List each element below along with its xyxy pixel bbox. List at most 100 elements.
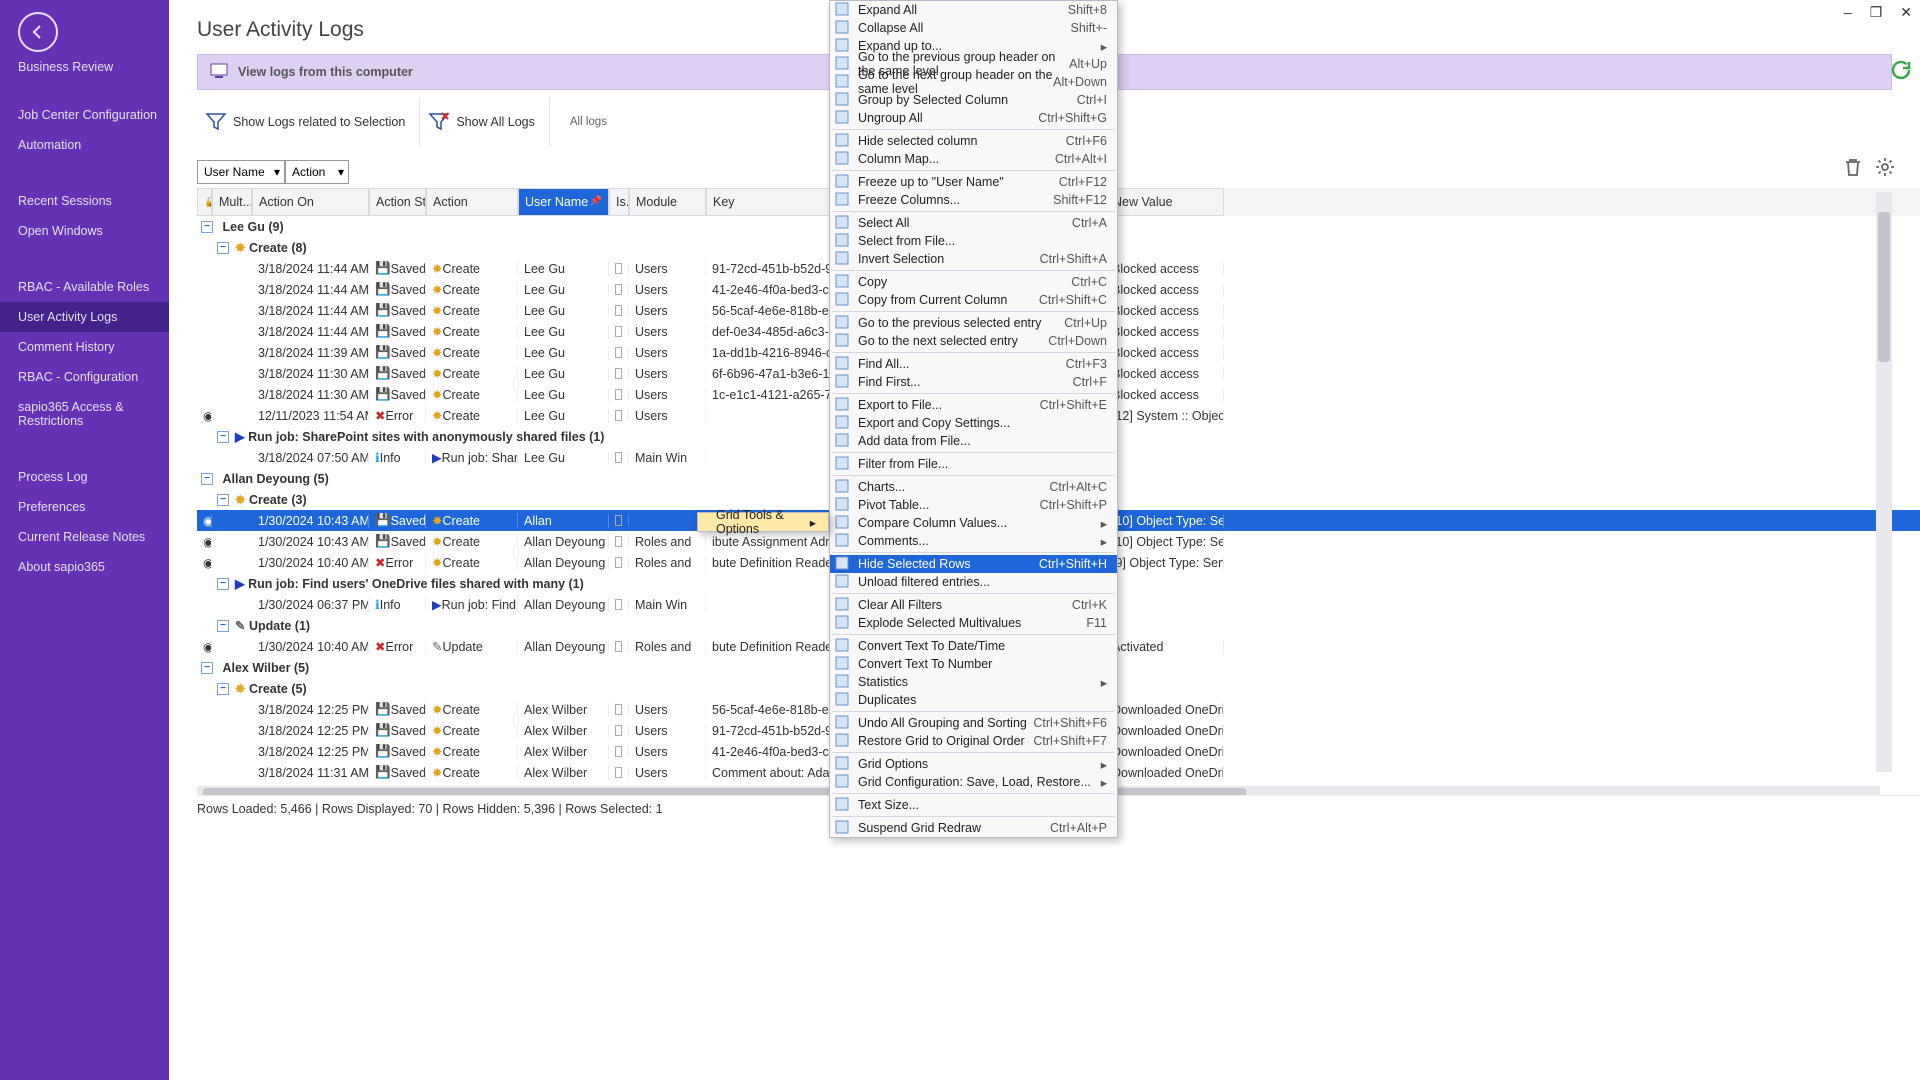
- menu-item[interactable]: Statistics▸: [830, 673, 1117, 691]
- menu-item[interactable]: Export to File...Ctrl+Shift+E: [830, 396, 1117, 414]
- vertical-scrollbar[interactable]: [1876, 192, 1892, 772]
- menu-item[interactable]: CopyCtrl+C: [830, 273, 1117, 291]
- is-cell: [609, 326, 629, 337]
- menu-item[interactable]: Suspend Grid RedrawCtrl+Alt+P: [830, 819, 1117, 837]
- menu-item[interactable]: Freeze Columns...Shift+F12: [830, 191, 1117, 209]
- minimize-button[interactable]: –: [1844, 4, 1852, 21]
- show-all-logs-button[interactable]: Show All Logs: [420, 98, 550, 146]
- menu-item[interactable]: Add data from File...: [830, 432, 1117, 450]
- sidebar-item[interactable]: Current Release Notes: [0, 522, 169, 552]
- menu-item[interactable]: Grid Options▸: [830, 755, 1117, 773]
- menu-item[interactable]: Pivot Table...Ctrl+Shift+P: [830, 496, 1117, 514]
- sidebar-item[interactable]: Comment History: [0, 332, 169, 362]
- collapse-icon[interactable]: −: [217, 242, 229, 254]
- status-cell: 💾Saved: [369, 765, 426, 780]
- menu-item-grid-tools[interactable]: Grid Tools & Options ▸: [698, 513, 828, 531]
- action-cell: ✸ Create: [426, 723, 518, 738]
- menu-item[interactable]: Select AllCtrl+A: [830, 214, 1117, 232]
- menu-item[interactable]: Charts...Ctrl+Alt+C: [830, 478, 1117, 496]
- submenu-grid-tools[interactable]: Grid Tools & Options ▸: [697, 512, 829, 532]
- menu-item[interactable]: Select from File...: [830, 232, 1117, 250]
- menu-item[interactable]: Expand AllShift+8: [830, 1, 1117, 19]
- menu-item[interactable]: Go to the previous selected entryCtrl+Up: [830, 314, 1117, 332]
- sidebar-item[interactable]: About sapio365: [0, 552, 169, 582]
- collapse-icon[interactable]: −: [217, 431, 229, 443]
- sidebar-item[interactable]: RBAC - Available Roles: [0, 272, 169, 302]
- collapse-icon[interactable]: −: [201, 221, 213, 233]
- menu-item[interactable]: Find First...Ctrl+F: [830, 373, 1117, 391]
- context-menu[interactable]: Expand AllShift+8Collapse AllShift+-Expa…: [829, 0, 1118, 838]
- collapse-icon[interactable]: −: [217, 683, 229, 695]
- column-header[interactable]: Mult...: [212, 188, 252, 216]
- column-header[interactable]: Action On: [252, 188, 369, 216]
- column-header[interactable]: Action St...: [369, 188, 426, 216]
- menu-item[interactable]: Go to the next group header on the same …: [830, 73, 1117, 91]
- menu-item[interactable]: Restore Grid to Original OrderCtrl+Shift…: [830, 732, 1117, 750]
- close-button[interactable]: ✕: [1900, 4, 1912, 21]
- menu-item[interactable]: Duplicates: [830, 691, 1117, 709]
- menu-item[interactable]: Explode Selected MultivaluesF11: [830, 614, 1117, 632]
- trash-icon[interactable]: [1842, 156, 1864, 178]
- menu-item[interactable]: Group by Selected ColumnCtrl+I: [830, 91, 1117, 109]
- menu-item[interactable]: Find All...Ctrl+F3: [830, 355, 1117, 373]
- column-header[interactable]: User Name📌: [518, 188, 609, 216]
- menu-item[interactable]: Convert Text To Number: [830, 655, 1117, 673]
- sidebar-item[interactable]: Recent Sessions: [0, 186, 169, 216]
- menu-item[interactable]: Filter from File...: [830, 455, 1117, 473]
- shortcut: Ctrl+Alt+C: [1049, 480, 1107, 494]
- menu-item[interactable]: Invert SelectionCtrl+Shift+A: [830, 250, 1117, 268]
- back-button[interactable]: [18, 12, 58, 52]
- user-cell: Lee Gu: [518, 409, 609, 423]
- submenu-arrow-icon: ▸: [1101, 516, 1107, 531]
- sidebar-item[interactable]: Process Log: [0, 462, 169, 492]
- menu-item[interactable]: Compare Column Values...▸: [830, 514, 1117, 532]
- menu-icon: [835, 797, 851, 813]
- collapse-icon[interactable]: −: [217, 578, 229, 590]
- new-cell: [10] Object Type: Service: [1106, 514, 1224, 528]
- menu-item[interactable]: Text Size...: [830, 796, 1117, 814]
- menu-icon: [835, 151, 851, 167]
- menu-item[interactable]: Export and Copy Settings...: [830, 414, 1117, 432]
- collapse-icon[interactable]: −: [201, 473, 213, 485]
- menu-item[interactable]: Hide selected columnCtrl+F6: [830, 132, 1117, 150]
- sidebar-item[interactable]: Open Windows: [0, 216, 169, 246]
- menu-item[interactable]: Go to the next selected entryCtrl+Down: [830, 332, 1117, 350]
- sidebar-item[interactable]: Job Center Configuration: [0, 100, 169, 130]
- gear-icon[interactable]: [1874, 156, 1896, 178]
- sidebar-item[interactable]: sapio365 Access & Restrictions: [0, 392, 169, 436]
- collapse-icon[interactable]: −: [201, 662, 213, 674]
- date-cell: 3/18/2024 07:50 AM: [252, 451, 369, 465]
- menu-item[interactable]: Ungroup AllCtrl+Shift+G: [830, 109, 1117, 127]
- show-logs-selection-button[interactable]: Show Logs related to Selection: [197, 98, 420, 146]
- groupby-action-select[interactable]: Action ▾: [285, 160, 349, 184]
- column-header[interactable]: Is...: [609, 188, 629, 216]
- menu-item[interactable]: Copy from Current ColumnCtrl+Shift+C: [830, 291, 1117, 309]
- menu-icon: [835, 656, 851, 672]
- lock-icon: 🔒: [197, 188, 212, 216]
- menu-item[interactable]: Collapse AllShift+-: [830, 19, 1117, 37]
- refresh-button[interactable]: [1889, 58, 1913, 87]
- shortcut: Ctrl+Shift+F7: [1033, 734, 1107, 748]
- menu-item[interactable]: Hide Selected RowsCtrl+Shift+H: [830, 555, 1117, 573]
- menu-item[interactable]: Grid Configuration: Save, Load, Restore.…: [830, 773, 1117, 791]
- sidebar-item[interactable]: RBAC - Configuration: [0, 362, 169, 392]
- column-header[interactable]: Action: [426, 188, 518, 216]
- column-header[interactable]: New Value: [1106, 188, 1224, 216]
- menu-item[interactable]: Column Map...Ctrl+Alt+I: [830, 150, 1117, 168]
- sidebar-item[interactable]: Preferences: [0, 492, 169, 522]
- shortcut: Shift+8: [1068, 3, 1107, 17]
- menu-item[interactable]: Comments...▸: [830, 532, 1117, 550]
- user-cell: Lee Gu: [518, 346, 609, 360]
- menu-item[interactable]: Unload filtered entries...: [830, 573, 1117, 591]
- sidebar-item[interactable]: User Activity Logs: [0, 302, 169, 332]
- menu-item[interactable]: Undo All Grouping and SortingCtrl+Shift+…: [830, 714, 1117, 732]
- menu-item[interactable]: Convert Text To Date/Time: [830, 637, 1117, 655]
- sidebar-item[interactable]: Automation: [0, 130, 169, 160]
- menu-item[interactable]: Clear All FiltersCtrl+K: [830, 596, 1117, 614]
- collapse-icon[interactable]: −: [217, 494, 229, 506]
- maximize-button[interactable]: ❐: [1870, 4, 1883, 21]
- groupby-username-select[interactable]: User Name ▾: [197, 160, 285, 184]
- menu-item[interactable]: Freeze up to "User Name"Ctrl+F12: [830, 173, 1117, 191]
- collapse-icon[interactable]: −: [217, 620, 229, 632]
- column-header[interactable]: Module: [629, 188, 706, 216]
